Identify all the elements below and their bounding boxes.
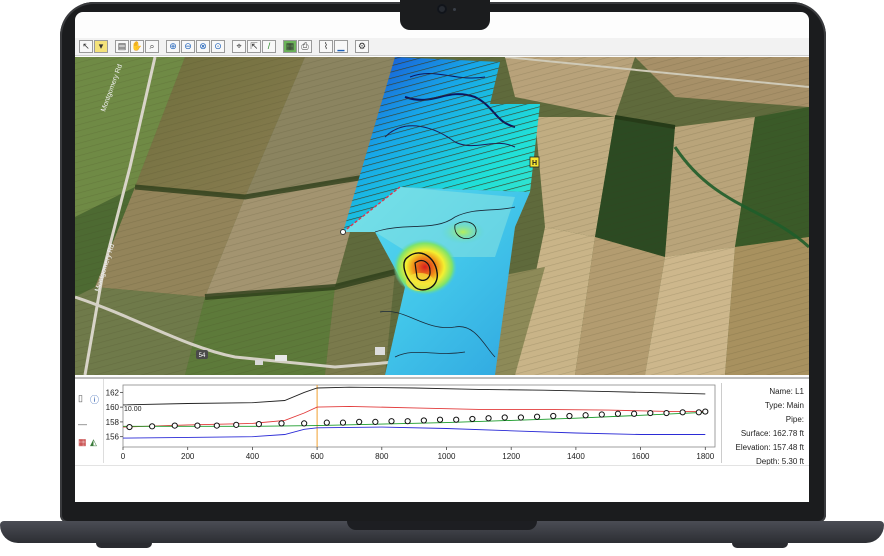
base-notch (347, 521, 537, 530)
data-point (582, 412, 589, 419)
x-tick-label: 200 (181, 452, 195, 461)
data-point (356, 418, 363, 426)
profile-panel: ▯ ⓘ — ▦ ◭ 156 158 160 162 0 200 400 600 800 1000 1… (75, 377, 809, 502)
y-tick-label: 156 (106, 433, 120, 442)
zoom-window-icon[interactable]: ⊗ (196, 40, 210, 53)
end-marker-label: H (532, 160, 537, 167)
x-tick-label: 0 (121, 452, 126, 461)
toolbar: ↖ ▾ ▤ ✋ ⌕ ⊕ ⊖ ⊗ ⊙ ⌖ ⇱ / ▦ ⎙ ⌇ ▁ ⚙ (75, 38, 809, 56)
profile-tools: ▯ ⓘ — ▦ ◭ (75, 379, 104, 463)
data-point (647, 409, 654, 417)
data-point (233, 421, 240, 428)
data-point (404, 418, 411, 425)
find-icon[interactable]: ⌖ (232, 40, 246, 53)
select-icon[interactable]: ↖ (79, 40, 93, 53)
data-point (323, 419, 330, 426)
measure-icon[interactable]: ⇱ (247, 40, 261, 53)
camera-notch (400, 0, 490, 30)
profile-chart[interactable]: 156 158 160 162 0 200 400 600 800 1000 1200 1400 160… (103, 381, 721, 465)
zoom-out-icon[interactable]: ⌕ (145, 40, 159, 53)
layer-icon[interactable]: ▾ (94, 40, 108, 53)
info-type: Type: Main (764, 401, 804, 410)
map-view[interactable]: Montgomery Rd Montgomery Rd 54 H (75, 57, 809, 375)
data-point (702, 408, 709, 415)
data-point (631, 410, 638, 417)
laptop-foot-right (732, 543, 788, 548)
data-point (695, 409, 702, 416)
data-point (533, 413, 541, 420)
data-point (278, 420, 285, 427)
chart-icon[interactable]: ▁ (334, 40, 348, 53)
info-pipe: Pipe: (785, 415, 804, 424)
info-surface: Surface: 162.78 ft (740, 429, 804, 438)
data-point (213, 422, 220, 429)
marker-value-label: 10.00 (124, 406, 142, 413)
x-tick-label: 800 (375, 452, 389, 461)
pencil-icon[interactable]: / (262, 40, 276, 53)
camera-led (453, 8, 456, 11)
info-elevation: Elevation: 157.48 ft (735, 443, 805, 452)
zoom-extent-icon[interactable]: ⊖ (181, 40, 195, 53)
info-icon[interactable]: ⓘ (90, 393, 99, 406)
data-point (339, 419, 347, 426)
data-point (420, 417, 427, 424)
surface-icon[interactable]: ▦ (283, 40, 297, 53)
x-tick-label: 1400 (567, 452, 585, 461)
x-tick-label: 400 (246, 452, 260, 461)
data-point (388, 418, 395, 425)
data-point (126, 423, 133, 431)
y-tick-label: 158 (106, 418, 120, 427)
data-point (485, 415, 492, 422)
data-point (301, 420, 308, 427)
data-point (453, 416, 460, 423)
copy-icon[interactable]: ▤ (115, 40, 129, 53)
data-point (679, 409, 686, 416)
data-point (194, 422, 201, 429)
route-shield-label: 54 (199, 353, 206, 359)
data-point (149, 423, 156, 430)
x-tick-label: 600 (310, 452, 324, 461)
data-point (255, 421, 262, 428)
data-point (614, 410, 622, 417)
laptop-foot-left (96, 543, 152, 548)
pipe-info-panel: Name: L1 Type: Main Pipe: Surface: 162.7… (721, 383, 808, 466)
status-area (75, 465, 809, 502)
x-tick-label: 1600 (632, 452, 650, 461)
zoom-in-icon[interactable]: ⊕ (166, 40, 180, 53)
data-point (372, 418, 379, 426)
settings-icon[interactable]: ⚙ (355, 40, 369, 53)
grid-icon[interactable]: ▦ (78, 437, 87, 448)
hand-icon[interactable]: ✋ (130, 40, 144, 53)
data-point (517, 414, 525, 421)
info-name: Name: L1 (769, 387, 804, 396)
data-point (550, 412, 557, 420)
data-point (663, 409, 670, 417)
data-point (171, 422, 178, 429)
profile-icon[interactable]: ⌇ (319, 40, 333, 53)
data-point (598, 411, 605, 418)
pan-icon[interactable]: ⊙ (211, 40, 225, 53)
print-icon[interactable]: ⎙ (298, 40, 312, 53)
terrain-icon[interactable]: ◭ (90, 437, 97, 448)
data-point (469, 415, 476, 423)
laptop-base (0, 521, 884, 543)
line-icon[interactable]: — (78, 419, 87, 429)
x-tick-label: 1200 (502, 452, 520, 461)
y-tick-label: 162 (106, 388, 120, 397)
data-point (566, 412, 573, 420)
camera-icon (437, 4, 447, 14)
clipboard-icon[interactable]: ▯ (78, 393, 83, 404)
app-screen: ↖ ▾ ▤ ✋ ⌕ ⊕ ⊖ ⊗ ⊙ ⌖ ⇱ / ▦ ⎙ ⌇ ▁ ⚙ Montgo… (75, 12, 809, 502)
data-point (436, 416, 444, 423)
x-tick-label: 1000 (438, 452, 456, 461)
x-tick-label: 1800 (696, 452, 714, 461)
data-point (501, 414, 508, 421)
y-tick-label: 160 (106, 403, 120, 412)
